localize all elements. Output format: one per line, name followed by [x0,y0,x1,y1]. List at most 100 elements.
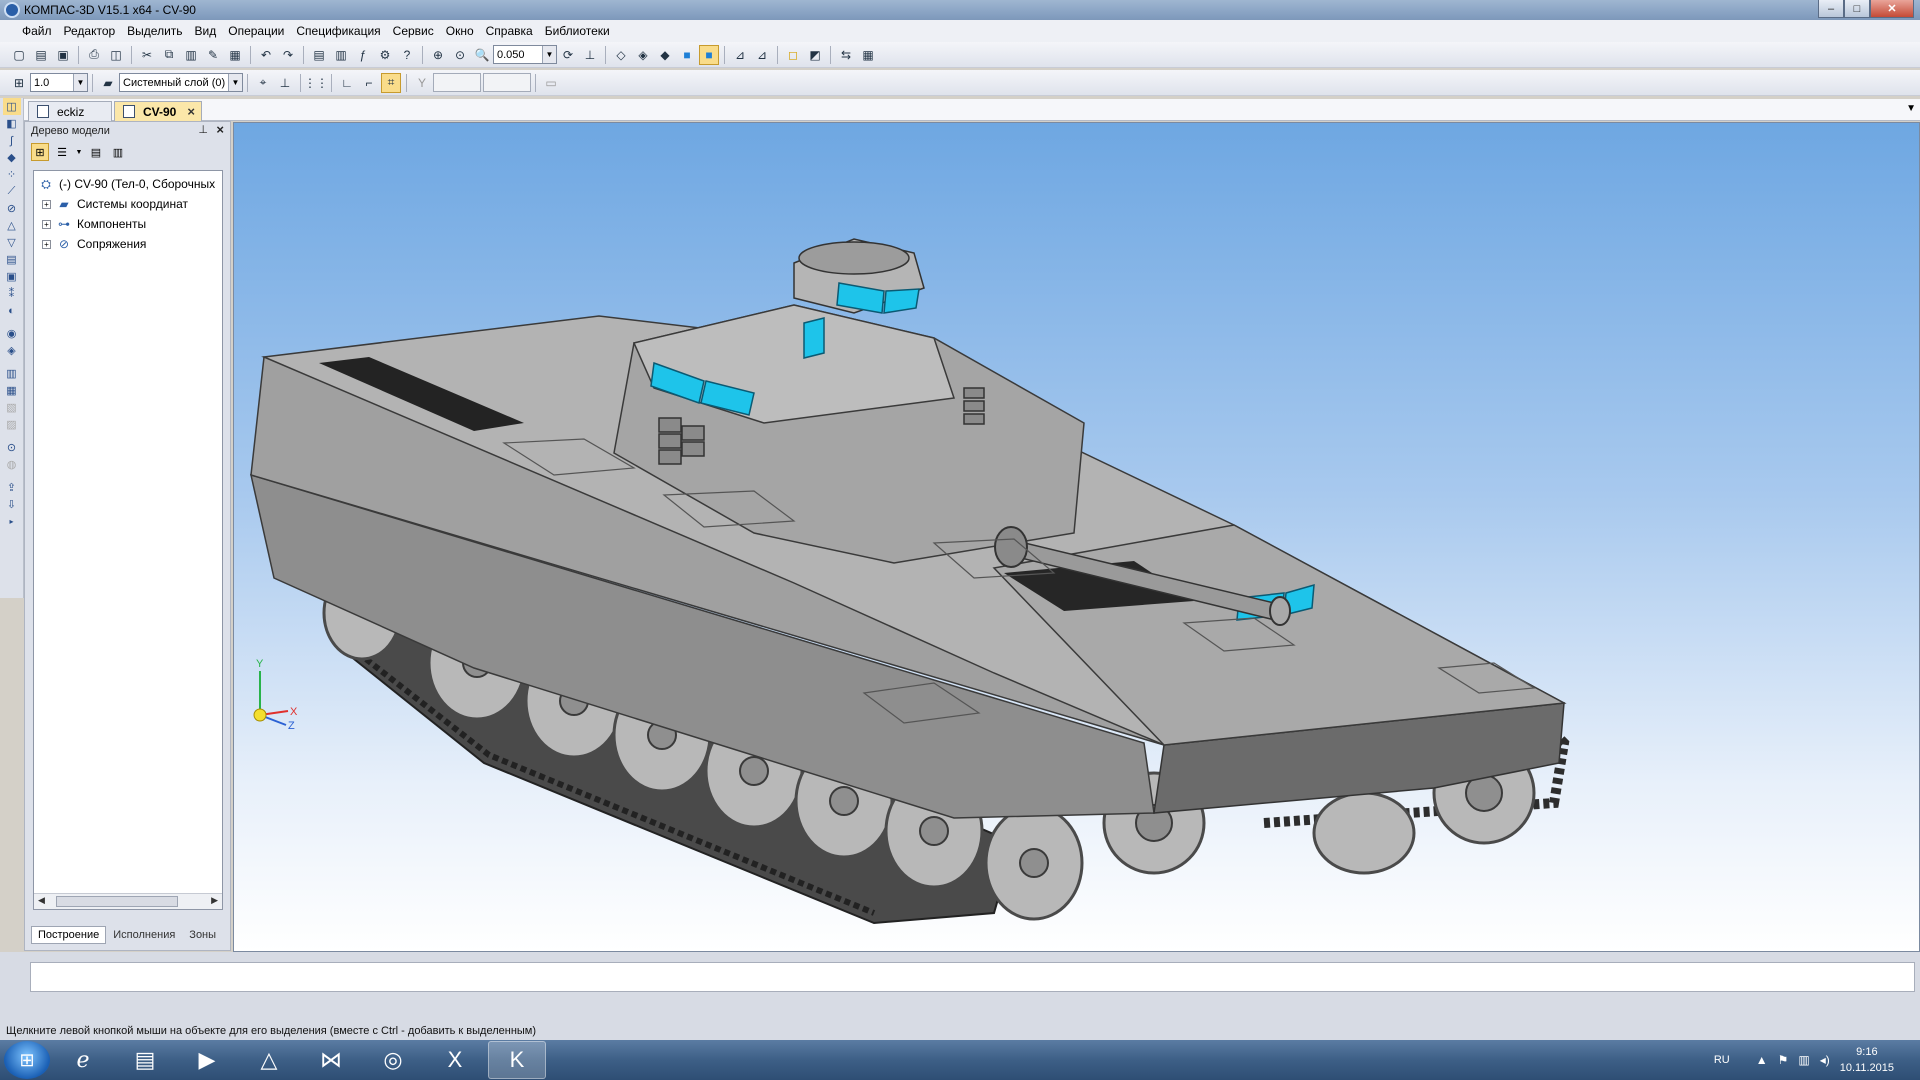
menu-editor[interactable]: Редактор [58,24,122,38]
elements-icon[interactable]: ⁑ [3,285,21,302]
orientation-icon[interactable]: ⊥ [580,45,600,65]
clock[interactable]: 9:16 10.11.2015 [1840,1044,1894,1076]
tools-icon[interactable]: ▦ [858,45,878,65]
media-player-icon[interactable]: ▶ [178,1041,236,1079]
tab-versions[interactable]: Исполнения [106,926,182,944]
autocad-icon[interactable]: △ [240,1041,298,1079]
surfaces-icon[interactable]: ◆ [3,149,21,166]
show-hidden-icons-icon[interactable]: ▲ [1756,1053,1768,1067]
wireframe-icon[interactable]: ◇ [611,45,631,65]
visual-studio-icon[interactable]: ⋈ [302,1041,360,1079]
auxiliary-geometry-icon[interactable]: ⟋ [3,183,21,200]
tab-construction[interactable]: Построение [31,926,107,944]
grid-icon[interactable]: ⋮⋮ [304,73,328,93]
export-icon[interactable]: ⇪ [3,479,21,496]
internet-explorer-icon[interactable]: ℯ [54,1041,112,1079]
diagnostics-icon[interactable]: △ [3,217,21,234]
library-icon[interactable]: ▥ [331,45,351,65]
menu-operations[interactable]: Операции [222,24,290,38]
ortho-icon[interactable]: ∟ [337,73,357,93]
sync-icon[interactable]: ⇆ [836,45,856,65]
screen-icon[interactable]: ▭ [541,73,561,93]
local-cs-icon[interactable]: ⊥ [275,73,295,93]
menu-service[interactable]: Сервис [387,24,440,38]
close-icon[interactable]: × [187,104,195,119]
tab-eckiz[interactable]: eckiz [28,101,112,121]
expand-icon[interactable]: + [42,219,51,229]
copy-icon[interactable]: ⧉ [159,45,179,65]
filters-icon[interactable]: ▽ [3,234,21,251]
sheet-metal-icon[interactable]: ◐ [3,302,21,319]
horizontal-scrollbar[interactable]: ◀ ▶ [34,893,222,909]
zoom-icon[interactable]: 🔍 [472,45,492,65]
layer-combo[interactable]: Системный слой (0) ▼ [119,73,243,92]
chevron-down-icon[interactable]: ▼ [542,46,556,63]
zoom-fit-icon[interactable]: ⊙ [450,45,470,65]
menu-select[interactable]: Выделить [121,24,188,38]
spatial-curves-icon[interactable]: ∫ [3,132,21,149]
step-combo[interactable]: 1.0 ▼ [30,73,88,92]
tab-zones[interactable]: Зоны [182,926,223,944]
start-button[interactable]: ⊞ [4,1041,50,1079]
property-bar[interactable] [30,962,1915,992]
minimize-button[interactable]: – [1818,0,1844,18]
macro-icon[interactable]: ◈ [3,342,21,359]
chrome-icon[interactable]: ◎ [364,1041,422,1079]
expand-toolbar-icon[interactable]: ▸ [3,513,21,530]
excel-icon[interactable]: X [426,1041,484,1079]
expand-icon[interactable]: + [42,199,51,209]
thin-lines-icon[interactable]: ◆ [655,45,675,65]
specification-icon[interactable]: ▤ [3,251,21,268]
menu-help[interactable]: Справка [480,24,539,38]
action-center-icon[interactable]: ⚑ [1778,1053,1789,1067]
scroll-left-icon[interactable]: ◀ [38,895,45,906]
tree-node-coordinate-systems[interactable]: + ▰ Системы координат [34,194,222,214]
maximize-button[interactable]: □ [1844,0,1870,18]
close-button[interactable]: ✕ [1870,0,1914,18]
zoom-window-icon[interactable]: ⊕ [428,45,448,65]
undo-icon[interactable]: ↶ [256,45,276,65]
save-icon[interactable]: ▣ [53,45,73,65]
component-operations-icon[interactable]: ◧ [3,115,21,132]
network-icon[interactable]: ▥ [1798,1053,1809,1067]
scroll-thumb[interactable] [56,896,178,907]
tree-node-components[interactable]: + ⊶ Компоненты [34,214,222,234]
kompas-taskbar-icon[interactable]: K [488,1041,546,1079]
filter-icon[interactable]: ⊿ [730,45,750,65]
expand-icon[interactable]: + [42,239,51,249]
open-icon[interactable]: ▤ [31,45,51,65]
model-viewport[interactable]: Y X Z [233,122,1920,952]
format-icon[interactable]: ✎ [203,45,223,65]
chevron-down-icon[interactable]: ▼ [75,143,83,161]
menu-view[interactable]: Вид [189,24,223,38]
halftone-icon[interactable]: ■ [677,45,697,65]
tree-node-root[interactable]: ⛭ (-) CV-90 (Тел-0, Сборочных [34,174,222,194]
print-icon[interactable]: ⎙ [84,45,104,65]
measure-icon[interactable]: ⚙ [375,45,395,65]
coord-x-field[interactable] [433,73,481,92]
snap-icon[interactable]: ⌖ [253,73,273,93]
file-explorer-icon[interactable]: ▤ [116,1041,174,1079]
menu-window[interactable]: Окно [440,24,480,38]
reports-icon[interactable]: ▣ [3,268,21,285]
zoom-combo[interactable]: 0.050 ▼ [493,45,557,64]
component-icon[interactable]: ◻ [783,45,803,65]
snaps-icon[interactable]: ⌗ [381,72,401,93]
manager-icon[interactable]: ▤ [309,45,329,65]
mates-icon[interactable]: ⊘ [3,200,21,217]
edit-assembly-icon[interactable]: ◫ [2,98,21,115]
language-indicator[interactable]: RU [1714,1054,1730,1066]
coord-y-field[interactable] [483,73,531,92]
variables-icon[interactable]: ƒ [353,45,373,65]
volume-icon[interactable]: ◂) [1820,1053,1830,1067]
rotate-icon[interactable]: ⟳ [558,45,578,65]
view-icon[interactable]: ◉ [3,325,21,342]
paste-icon[interactable]: ▥ [181,45,201,65]
insert-icon[interactable]: ◩ [805,45,825,65]
new-document-icon[interactable]: ▢ [9,45,29,65]
select-filter-icon[interactable]: ⊿ [752,45,772,65]
menu-file[interactable]: Файл [16,24,58,38]
standard-products-icon[interactable]: ▦ [3,382,21,399]
pin-icon[interactable]: ⊥ [198,123,208,136]
rounding-icon[interactable]: ⌐ [359,73,379,93]
